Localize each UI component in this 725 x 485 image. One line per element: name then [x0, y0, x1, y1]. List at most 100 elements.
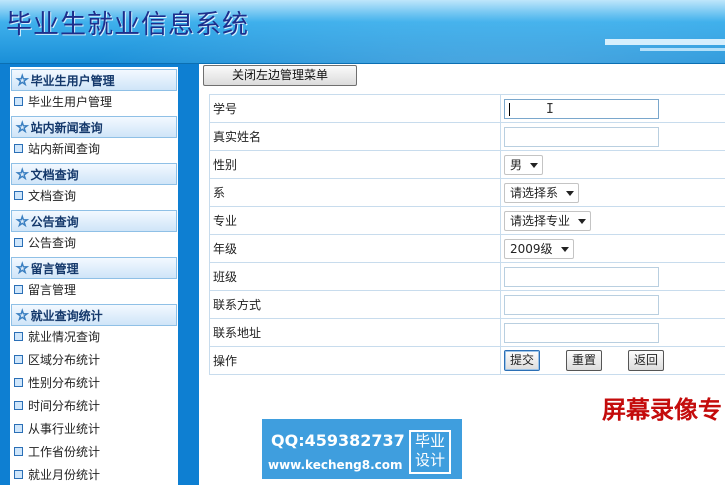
- student-id-label: 学号: [209, 94, 501, 123]
- star-icon: ☆: [16, 120, 30, 137]
- class-label: 班级: [209, 262, 501, 291]
- chevron-down-icon: [578, 218, 587, 224]
- menu-item-announcements[interactable]: 公告查询: [10, 232, 178, 255]
- address-label: 联系地址: [209, 318, 501, 347]
- form-row-department: 系 请选择系: [209, 178, 725, 207]
- menu-item-label: 站内新闻查询: [28, 142, 101, 156]
- menu-item-label: 公告查询: [28, 236, 77, 250]
- menu-group-label: 文档查询: [30, 168, 79, 182]
- menu-item-label: 时间分布统计: [28, 399, 101, 413]
- major-label: 专业: [209, 206, 501, 235]
- badge-tag-line1: 毕业: [414, 432, 445, 450]
- menu-item-employment-query[interactable]: 就业情况查询: [10, 326, 178, 349]
- chevron-down-icon: [530, 162, 539, 168]
- badge-tag: 毕业 设计: [409, 430, 451, 474]
- menu-item-gender-stats[interactable]: 性别分布统计: [10, 372, 178, 395]
- menu-item-month-stats[interactable]: 就业月份统计: [10, 464, 178, 485]
- major-select[interactable]: 请选择专业: [504, 210, 592, 231]
- square-bullet-icon: [14, 355, 23, 364]
- chevron-down-icon: [566, 190, 575, 196]
- menu-item-label: 留言管理: [28, 283, 77, 297]
- menu-item-label: 区域分布统计: [28, 353, 101, 367]
- form-row-actions: 操作 提交 重置 返回: [209, 346, 725, 375]
- qq-contact-badge: QQ:459382737 www.kecheng8.com 毕业 设计: [262, 419, 462, 479]
- app-title: 毕业生就业信息系统: [6, 10, 250, 40]
- menu-group-messages[interactable]: ☆ 留言管理: [11, 257, 177, 279]
- menu-item-region-stats[interactable]: 区域分布统计: [10, 349, 178, 372]
- menu-item-label: 工作省份统计: [28, 445, 101, 459]
- sidebar: ☆ 毕业生用户管理 毕业生用户管理 ☆ 站内新闻查询 站内新闻查询 ☆ 文档查询 文档…: [0, 64, 199, 485]
- gender-select-value: 男: [510, 157, 523, 172]
- form-row-major: 专业 请选择专业: [209, 206, 725, 235]
- form-row-class: 班级: [209, 262, 725, 291]
- menu-item-time-stats[interactable]: 时间分布统计: [10, 395, 178, 418]
- department-label: 系: [209, 178, 501, 207]
- menu-item-label: 就业情况查询: [28, 330, 101, 344]
- back-button[interactable]: 返回: [628, 350, 665, 371]
- menu-group-user-management[interactable]: ☆ 毕业生用户管理: [11, 69, 177, 91]
- form-row-address: 联系地址: [209, 318, 725, 347]
- menu-group-employment-stats[interactable]: ☆ 就业查询统计: [11, 304, 177, 326]
- star-icon: ☆: [16, 73, 30, 90]
- menu-item-label: 性别分布统计: [28, 376, 101, 390]
- close-sidebar-button[interactable]: 关闭左边管理菜单: [203, 65, 357, 86]
- grade-label: 年级: [209, 234, 501, 263]
- header-stripe: [605, 39, 725, 45]
- form-row-grade: 年级 2009级: [209, 234, 725, 263]
- screen-recorder-watermark: 屏幕录像专: [602, 395, 722, 424]
- form-row-gender: 性别 男: [209, 150, 725, 179]
- menu-group-announcements[interactable]: ☆ 公告查询: [11, 210, 177, 232]
- menu-item-industry-stats[interactable]: 从事行业统计: [10, 418, 178, 441]
- menu-item-documents[interactable]: 文档查询: [10, 185, 178, 208]
- grade-select[interactable]: 2009级: [504, 238, 574, 259]
- square-bullet-icon: [14, 378, 23, 387]
- menu-item-messages[interactable]: 留言管理: [10, 279, 178, 302]
- menu-group-documents[interactable]: ☆ 文档查询: [11, 163, 177, 185]
- address-input[interactable]: [504, 322, 659, 343]
- badge-tag-line2: 设计: [414, 451, 445, 469]
- gender-select[interactable]: 男: [504, 154, 544, 175]
- reset-button[interactable]: 重置: [566, 350, 603, 371]
- star-icon: ☆: [16, 308, 30, 325]
- square-bullet-icon: [14, 191, 23, 200]
- menu-item-label: 文档查询: [28, 189, 77, 203]
- form-row-contact: 联系方式: [209, 290, 725, 319]
- text-caret: [509, 102, 510, 116]
- submit-button[interactable]: 提交: [504, 350, 541, 371]
- major-select-value: 请选择专业: [510, 213, 571, 228]
- class-input[interactable]: [504, 266, 659, 287]
- menu-group-label: 毕业生用户管理: [30, 74, 115, 88]
- menu-item-label: 毕业生用户管理: [28, 95, 113, 109]
- sidebar-menu: ☆ 毕业生用户管理 毕业生用户管理 ☆ 站内新闻查询 站内新闻查询 ☆ 文档查询 文档…: [10, 67, 178, 485]
- square-bullet-icon: [14, 97, 23, 106]
- menu-group-label: 留言管理: [30, 262, 79, 276]
- menu-group-news[interactable]: ☆ 站内新闻查询: [11, 116, 177, 138]
- chevron-down-icon: [560, 246, 569, 252]
- menu-item-label: 就业月份统计: [28, 468, 101, 482]
- student-id-input[interactable]: I: [504, 98, 659, 119]
- form-row-real-name: 真实姓名: [209, 122, 725, 151]
- square-bullet-icon: [14, 144, 23, 153]
- grade-select-value: 2009级: [510, 241, 553, 256]
- menu-item-user-management[interactable]: 毕业生用户管理: [10, 91, 178, 114]
- real-name-label: 真实姓名: [209, 122, 501, 151]
- menu-group-label: 公告查询: [30, 215, 79, 229]
- contact-label: 联系方式: [209, 290, 501, 319]
- star-icon: ☆: [16, 214, 30, 231]
- menu-item-province-stats[interactable]: 工作省份统计: [10, 441, 178, 464]
- square-bullet-icon: [14, 447, 23, 456]
- header-stripe: [640, 48, 725, 51]
- student-form: 学号 I 真实姓名 性别 男 系 请选择系 专业 请选择专业 年级 2009级 …: [209, 94, 725, 375]
- department-select[interactable]: 请选择系: [504, 182, 580, 203]
- square-bullet-icon: [14, 332, 23, 341]
- qq-number: QQ:459382737: [271, 431, 405, 450]
- contact-input[interactable]: [504, 294, 659, 315]
- real-name-input[interactable]: [504, 126, 659, 147]
- menu-group-label: 站内新闻查询: [30, 121, 103, 135]
- app-header: 毕业生就业信息系统: [0, 0, 725, 64]
- website-url: www.kecheng8.com: [268, 458, 403, 472]
- actions-label: 操作: [209, 346, 501, 375]
- menu-item-news[interactable]: 站内新闻查询: [10, 138, 178, 161]
- menu-item-label: 从事行业统计: [28, 422, 101, 436]
- star-icon: ☆: [16, 167, 30, 184]
